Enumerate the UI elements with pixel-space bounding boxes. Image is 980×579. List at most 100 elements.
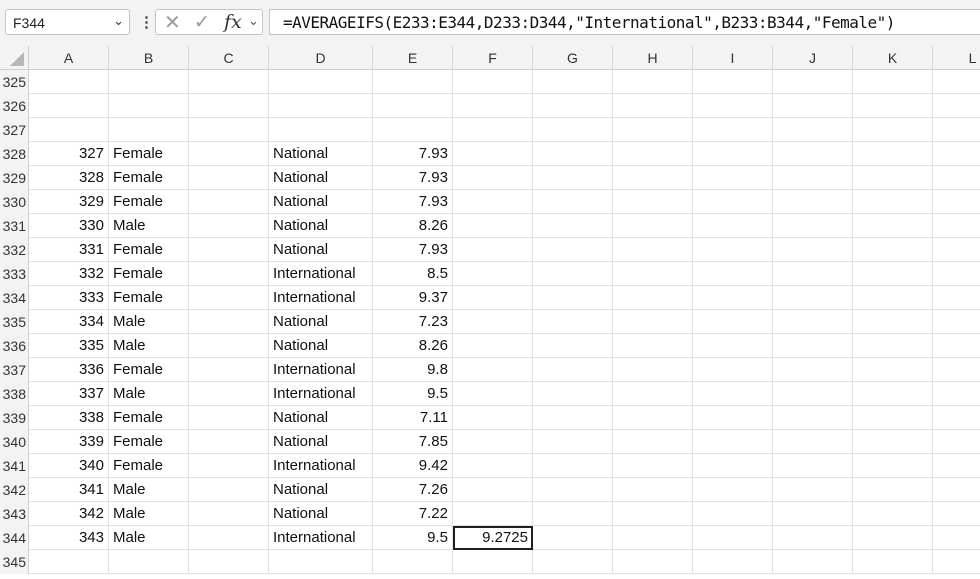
row-header[interactable]: 338 [0, 382, 29, 406]
cell-d329[interactable]: National [269, 166, 373, 190]
cell-a340[interactable]: 339 [29, 430, 109, 454]
row-header[interactable]: 332 [0, 238, 29, 262]
formula-text[interactable]: =AVERAGEIFS(E233:E344,D233:D344,"Interna… [283, 13, 895, 32]
column-header-j[interactable]: J [773, 46, 853, 70]
cell-e333[interactable]: 8.5 [373, 262, 453, 286]
cell-c328[interactable] [189, 142, 269, 166]
cell-g325[interactable] [533, 70, 613, 94]
cell-l338[interactable] [933, 382, 980, 406]
cell-i336[interactable] [693, 334, 773, 358]
cell-k334[interactable] [853, 286, 933, 310]
cell-a344[interactable]: 343 [29, 526, 109, 550]
cell-d328[interactable]: National [269, 142, 373, 166]
cell-d331[interactable]: National [269, 214, 373, 238]
row-header[interactable]: 328 [0, 142, 29, 166]
cell-f330[interactable] [453, 190, 533, 214]
cell-e344[interactable]: 9.5 [373, 526, 453, 550]
cell-a330[interactable]: 329 [29, 190, 109, 214]
select-all-triangle-icon[interactable] [10, 52, 24, 66]
cell-l342[interactable] [933, 478, 980, 502]
cell-i340[interactable] [693, 430, 773, 454]
cell-l330[interactable] [933, 190, 980, 214]
cell-l334[interactable] [933, 286, 980, 310]
cell-h335[interactable] [613, 310, 693, 334]
cell-b335[interactable]: Male [109, 310, 189, 334]
cell-e342[interactable]: 7.26 [373, 478, 453, 502]
cell-l333[interactable] [933, 262, 980, 286]
cell-c339[interactable] [189, 406, 269, 430]
cell-d345[interactable] [269, 550, 373, 574]
cell-d334[interactable]: International [269, 286, 373, 310]
cell-g328[interactable] [533, 142, 613, 166]
cell-k339[interactable] [853, 406, 933, 430]
cell-d342[interactable]: National [269, 478, 373, 502]
row-header[interactable]: 334 [0, 286, 29, 310]
cell-e341[interactable]: 9.42 [373, 454, 453, 478]
cell-l332[interactable] [933, 238, 980, 262]
cell-k328[interactable] [853, 142, 933, 166]
row-header[interactable]: 341 [0, 454, 29, 478]
cell-b345[interactable] [109, 550, 189, 574]
cell-b327[interactable] [109, 118, 189, 142]
row-header[interactable]: 335 [0, 310, 29, 334]
row-header[interactable]: 345 [0, 550, 29, 574]
column-header-c[interactable]: C [189, 46, 269, 70]
cell-i329[interactable] [693, 166, 773, 190]
cell-h334[interactable] [613, 286, 693, 310]
cell-i338[interactable] [693, 382, 773, 406]
cell-i337[interactable] [693, 358, 773, 382]
cell-j328[interactable] [773, 142, 853, 166]
cell-a328[interactable]: 327 [29, 142, 109, 166]
cell-g335[interactable] [533, 310, 613, 334]
formula-bar-input[interactable]: =AVERAGEIFS(E233:E344,D233:D344,"Interna… [269, 9, 980, 35]
cell-d343[interactable]: National [269, 502, 373, 526]
cell-h337[interactable] [613, 358, 693, 382]
cell-f334[interactable] [453, 286, 533, 310]
cell-k330[interactable] [853, 190, 933, 214]
cell-g336[interactable] [533, 334, 613, 358]
cell-i332[interactable] [693, 238, 773, 262]
row-header[interactable]: 331 [0, 214, 29, 238]
cell-g338[interactable] [533, 382, 613, 406]
cell-l343[interactable] [933, 502, 980, 526]
cell-k329[interactable] [853, 166, 933, 190]
cell-b340[interactable]: Female [109, 430, 189, 454]
cell-h341[interactable] [613, 454, 693, 478]
cell-b338[interactable]: Male [109, 382, 189, 406]
cell-a338[interactable]: 337 [29, 382, 109, 406]
cell-i339[interactable] [693, 406, 773, 430]
cell-h343[interactable] [613, 502, 693, 526]
cell-b326[interactable] [109, 94, 189, 118]
cell-l335[interactable] [933, 310, 980, 334]
column-header-f[interactable]: F [453, 46, 533, 70]
cell-i341[interactable] [693, 454, 773, 478]
cell-a342[interactable]: 341 [29, 478, 109, 502]
cell-k337[interactable] [853, 358, 933, 382]
cell-g337[interactable] [533, 358, 613, 382]
cell-d332[interactable]: National [269, 238, 373, 262]
column-header-d[interactable]: D [269, 46, 373, 70]
row-header[interactable]: 326 [0, 94, 29, 118]
cell-g329[interactable] [533, 166, 613, 190]
cell-j341[interactable] [773, 454, 853, 478]
cell-f339[interactable] [453, 406, 533, 430]
cell-b328[interactable]: Female [109, 142, 189, 166]
cell-d340[interactable]: National [269, 430, 373, 454]
cell-d333[interactable]: International [269, 262, 373, 286]
cell-i331[interactable] [693, 214, 773, 238]
cell-a326[interactable] [29, 94, 109, 118]
cell-d330[interactable]: National [269, 190, 373, 214]
cell-l328[interactable] [933, 142, 980, 166]
cell-j329[interactable] [773, 166, 853, 190]
cell-i327[interactable] [693, 118, 773, 142]
cell-c336[interactable] [189, 334, 269, 358]
cell-d339[interactable]: National [269, 406, 373, 430]
cell-f329[interactable] [453, 166, 533, 190]
cell-h332[interactable] [613, 238, 693, 262]
cell-c329[interactable] [189, 166, 269, 190]
cell-c334[interactable] [189, 286, 269, 310]
cell-a325[interactable] [29, 70, 109, 94]
cell-b339[interactable]: Female [109, 406, 189, 430]
expand-chevron-icon[interactable]: ⌄ [248, 13, 259, 29]
cell-g340[interactable] [533, 430, 613, 454]
